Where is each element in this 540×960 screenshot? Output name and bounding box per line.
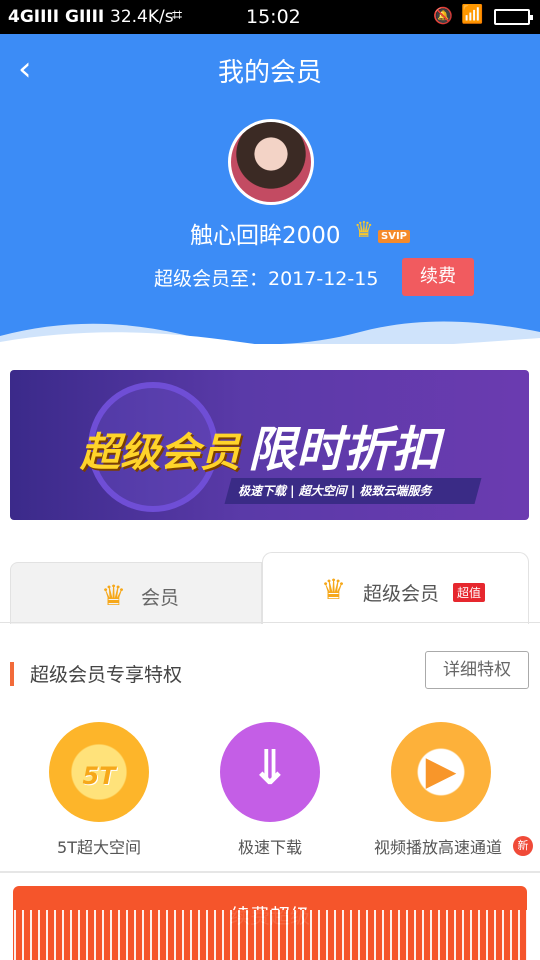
- svip-badge: SVIP: [378, 230, 410, 243]
- member-tabs: ♛ 会员 ♛ 超级会员 超值: [0, 552, 540, 624]
- banner-subline: 极速下载 | 超大空间 | 极致云端服务: [224, 478, 482, 504]
- renew-super-button[interactable]: 续费超级: [13, 886, 527, 960]
- tab-member[interactable]: ♛ 会员: [10, 562, 262, 624]
- feature-icon-text: 5T: [82, 762, 116, 790]
- feature-label: 视频播放高速通道: [373, 838, 502, 857]
- feature-icon-text: ⇓: [249, 740, 291, 796]
- divider: [0, 871, 540, 873]
- tab-label: 会员: [141, 587, 180, 609]
- network-speed: 32.4K/s: [110, 7, 174, 27]
- feature-label: 极速下载: [237, 838, 302, 857]
- feature-video[interactable]: ▶ 视频播放高速通道 新: [361, 722, 533, 858]
- header-wave: [0, 321, 540, 344]
- wifi-icon: 📶: [461, 4, 484, 25]
- signal-indicator: 4GIIII GIIII: [8, 7, 105, 27]
- crown-icon: ♛: [321, 573, 347, 606]
- renew-button[interactable]: 续费: [402, 258, 474, 296]
- username: 触心回眸2000: [190, 223, 341, 249]
- status-bar: 4GIIII GIIII 32.4K/s ⌗ 15:02 🔕 📶: [0, 0, 540, 34]
- page-title: 我的会员: [217, 58, 322, 88]
- tab-label: 超级会员: [363, 583, 440, 605]
- expire-date: 超级会员至：2017-12-15: [154, 268, 379, 290]
- new-badge: 新: [513, 836, 533, 856]
- crown-icon: ♛: [101, 579, 127, 612]
- screenshot-noise: [13, 910, 527, 960]
- banner-headline-left: 超级会员: [80, 430, 240, 476]
- detail-privileges-button[interactable]: 详细特权: [425, 651, 529, 689]
- feature-icon-text: ▶: [425, 748, 457, 794]
- avatar[interactable]: [228, 119, 314, 205]
- promo-banner[interactable]: 超级会员 限时折扣 极速下载 | 超大空间 | 极致云端服务: [10, 370, 529, 520]
- storage-medal-icon: 5T: [49, 722, 149, 822]
- feature-storage[interactable]: 5T 5T超大空间: [19, 722, 179, 858]
- clock: 15:02: [246, 6, 301, 28]
- feature-label: 5T超大空间: [57, 838, 141, 857]
- feature-download[interactable]: ⇓ 极速下载: [190, 722, 350, 858]
- crown-icon: ♛: [354, 218, 374, 243]
- crop-icon: ⌗: [172, 5, 183, 26]
- section-title: 超级会员专享特权: [30, 664, 183, 686]
- mute-icon: 🔕: [433, 6, 453, 25]
- video-play-icon: ▶: [391, 722, 491, 822]
- value-badge: 超值: [453, 583, 486, 602]
- banner-headline-right: 限时折扣: [248, 422, 441, 478]
- tab-divider: [0, 622, 540, 623]
- section-accent: [10, 662, 14, 686]
- download-icon: ⇓: [220, 722, 320, 822]
- battery-icon: [494, 9, 533, 25]
- banner-subline-text: 极速下载 | 超大空间 | 极致云端服务: [238, 484, 432, 498]
- member-header: ‹ 我的会员 触心回眸2000 ♛ SVIP 超级会员至：2017-12-15 …: [0, 34, 540, 344]
- tab-super-member[interactable]: ♛ 超级会员 超值: [262, 552, 529, 624]
